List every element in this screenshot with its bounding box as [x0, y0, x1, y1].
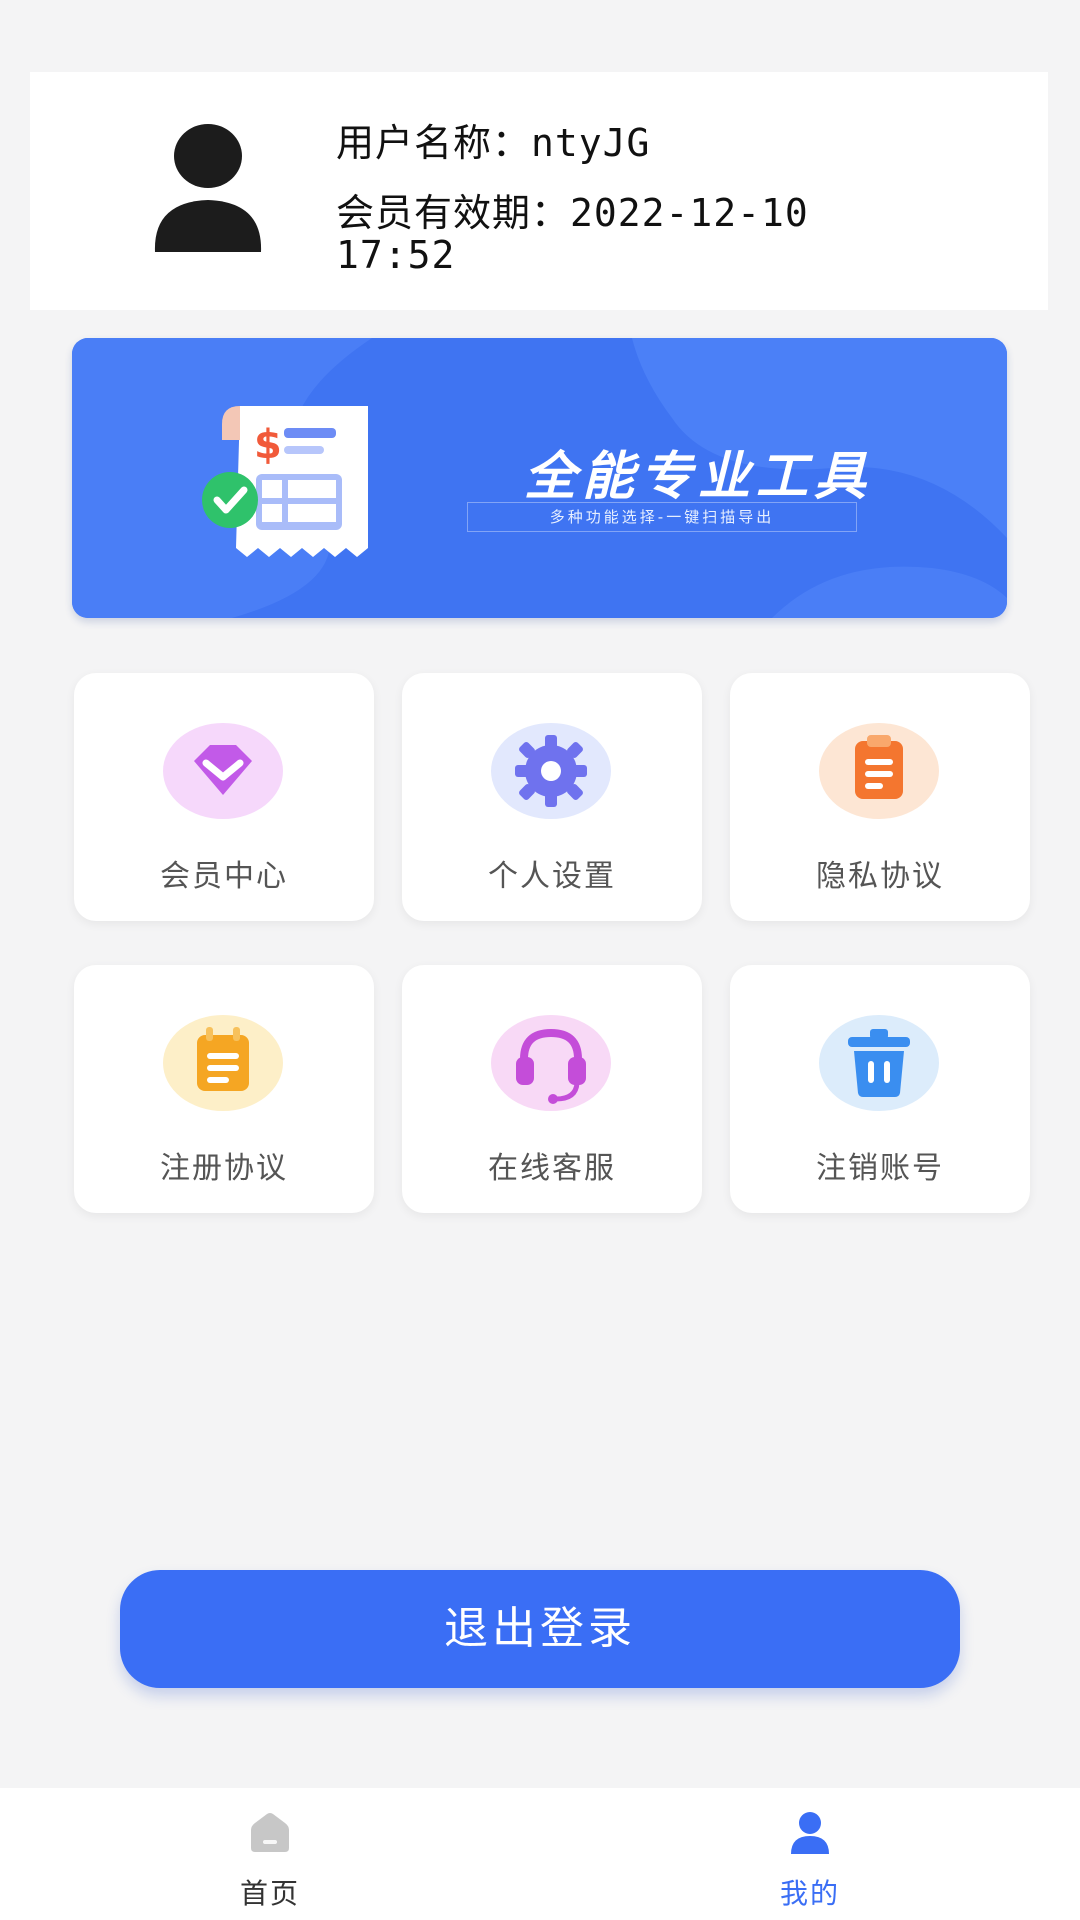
tab-label: 我的 — [779, 1877, 840, 1910]
menu-item-label: 注销账号 — [816, 1151, 944, 1186]
menu-item-member-center[interactable]: 会员中心 — [74, 673, 374, 921]
menu-item-registration-agreement[interactable]: 注册协议 — [74, 965, 374, 1213]
receipt-icon: $ — [202, 406, 368, 557]
expiry-date: 2022-12-10 — [570, 191, 809, 235]
gear-icon — [491, 723, 611, 819]
menu-item-label: 隐私协议 — [816, 859, 944, 894]
user-info: 用户名称：ntyJG 会员有效期：2022-12-10 17:52 — [336, 122, 896, 276]
svg-text:$: $ — [254, 422, 282, 468]
diamond-icon — [163, 723, 283, 819]
banner-title: 全能专业工具 — [524, 448, 873, 506]
headset-icon — [491, 1015, 611, 1111]
membership-expiry: 会员有效期：2022-12-10 17:52 — [336, 192, 896, 276]
notepad-icon — [163, 1015, 283, 1111]
menu-item-customer-service[interactable]: 在线客服 — [402, 965, 702, 1213]
menu-item-label: 在线客服 — [488, 1151, 616, 1186]
banner-subtitle: 多种功能选择-一键扫描导出 — [467, 502, 857, 532]
bottom-tab-bar: 首页 我的 — [0, 1788, 1080, 1920]
clipboard-icon — [819, 723, 939, 819]
logout-button[interactable]: 退出登录 — [120, 1570, 960, 1688]
menu-item-label: 注册协议 — [160, 1151, 288, 1186]
trash-icon — [819, 1015, 939, 1111]
promo-banner[interactable]: $ 全能专业工具 多种功能选择-一键扫描导出 — [72, 338, 1007, 618]
tab-home[interactable]: 首页 — [170, 1788, 370, 1920]
username-text: 用户名称：ntyJG — [336, 121, 651, 165]
menu-item-label: 个人设置 — [488, 859, 616, 894]
menu-item-privacy-policy[interactable]: 隐私协议 — [730, 673, 1030, 921]
menu-item-personal-settings[interactable]: 个人设置 — [402, 673, 702, 921]
tab-mine[interactable]: 我的 — [710, 1788, 910, 1920]
profile-card: 用户名称：ntyJG 会员有效期：2022-12-10 17:52 — [30, 72, 1048, 310]
menu-item-delete-account[interactable]: 注销账号 — [730, 965, 1030, 1213]
home-icon — [251, 1813, 289, 1852]
person-icon — [154, 124, 262, 252]
avatar[interactable] — [135, 124, 285, 254]
expiry-label: 会员有效期： — [336, 191, 571, 235]
person-icon — [791, 1812, 829, 1854]
tab-label: 首页 — [239, 1877, 300, 1910]
menu-item-label: 会员中心 — [160, 859, 288, 894]
expiry-time: 17:52 — [336, 233, 456, 277]
